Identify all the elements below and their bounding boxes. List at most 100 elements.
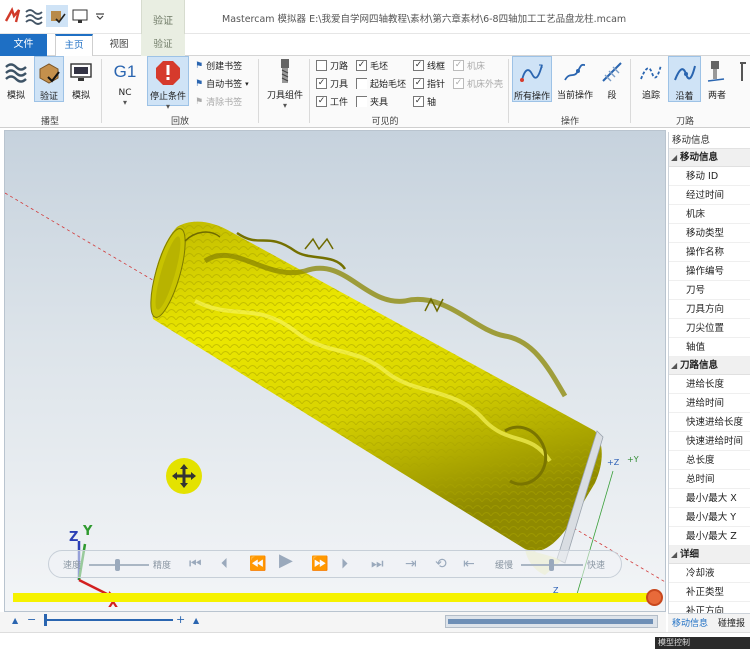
current-operation-button[interactable]: 当前操作 xyxy=(555,56,595,101)
panel-section-header[interactable]: ◢ 刀路信息 xyxy=(669,357,750,375)
reset-icon[interactable]: ⇤ xyxy=(463,557,475,571)
tab-home[interactable]: 主页 xyxy=(55,34,93,57)
simulation-progress-bar[interactable] xyxy=(13,593,653,602)
g1-nc-button[interactable]: G1 NC ▾ xyxy=(110,56,140,107)
panel-property-row[interactable]: 总时间 xyxy=(669,470,750,489)
tab-file[interactable]: 文件 xyxy=(0,34,47,56)
stop-condition-button[interactable]: 停止条件 ▾ xyxy=(147,56,189,111)
panel-property-row[interactable]: 最小/最大 Y xyxy=(669,508,750,527)
mastercam-logo-icon[interactable] xyxy=(2,5,24,27)
fast-label: 快速 xyxy=(587,561,606,571)
tab-verify[interactable]: 验证 xyxy=(141,34,185,56)
panel-property-row[interactable]: 移动类型 xyxy=(669,224,750,243)
panel-property-row[interactable]: 冷却液 xyxy=(669,564,750,583)
status-model-control: 模型控制 xyxy=(655,637,750,649)
toggle-wireframe[interactable]: ✓ 线框 xyxy=(413,59,445,72)
both-button[interactable]: 两者 xyxy=(703,56,731,101)
collapse-caret-icon[interactable]: ◢ xyxy=(671,546,680,564)
zoom-slider-thumb[interactable] xyxy=(44,614,47,626)
all-operations-button[interactable]: 所有操作 xyxy=(512,56,552,102)
auto-bookmark-button[interactable]: ⚑ 自动书签 ▾ xyxy=(195,77,249,91)
step-op-icon[interactable]: ⇥ xyxy=(405,557,417,571)
panel-property-row[interactable]: 总长度 xyxy=(669,451,750,470)
ribbon-more-icon xyxy=(736,58,750,86)
zoom-large-icon[interactable]: ▲ xyxy=(193,616,199,625)
panel-property-row[interactable]: 轴值 xyxy=(669,338,750,357)
collapse-caret-icon[interactable]: ◢ xyxy=(671,149,680,167)
panel-property-row[interactable]: 进给长度 xyxy=(669,375,750,394)
toggle-start-stock[interactable]: 起始毛坯 xyxy=(356,77,406,90)
toggle-workpiece[interactable]: ✓ 工件 xyxy=(316,95,348,108)
precision-label: 精度 xyxy=(153,561,172,571)
tool-component-button[interactable]: 刀具组件 ▾ xyxy=(265,56,305,110)
collapse-caret-icon[interactable]: ◢ xyxy=(671,357,680,375)
panel-section-header[interactable]: ◢ 移动信息 xyxy=(669,149,750,167)
create-bookmark-button[interactable]: ⚑ 创建书签 xyxy=(195,59,242,73)
axis-y-label: Y xyxy=(82,524,93,539)
toggle-axis-guide[interactable]: ✓ 指针 xyxy=(413,77,445,90)
simulate-quick-icon[interactable] xyxy=(69,5,91,27)
verify-mode-button[interactable]: 验证 xyxy=(34,56,64,102)
segment-icon xyxy=(598,58,626,86)
g1-icon: G1 xyxy=(113,62,137,81)
panel-property-row[interactable]: 最小/最大 Z xyxy=(669,527,750,546)
zoom-out-button[interactable]: − xyxy=(27,613,36,626)
toggle-stock[interactable]: ✓ 毛坯 xyxy=(356,59,388,72)
panel-property-row[interactable]: 补正类型 xyxy=(669,583,750,602)
clear-bookmark-button[interactable]: ⚑ 清除书签 xyxy=(195,95,242,109)
speed-slider-thumb[interactable] xyxy=(115,559,120,571)
horizontal-scrollbar[interactable] xyxy=(445,615,658,628)
scrollbar-thumb[interactable] xyxy=(448,619,653,624)
panel-property-row[interactable]: 刀号 xyxy=(669,281,750,300)
panel-property-row[interactable]: 最小/最大 X xyxy=(669,489,750,508)
panel-property-row[interactable]: 操作编号 xyxy=(669,262,750,281)
toggle-machine-housing[interactable]: ✓ 机床外壳 xyxy=(453,77,503,90)
toggle-axis[interactable]: ✓ 轴 xyxy=(413,95,436,108)
go-to-end-icon[interactable]: ⏭ xyxy=(371,557,384,571)
fast-forward-icon[interactable]: ⏩ xyxy=(311,557,328,571)
panel-property-row[interactable]: 快速进给长度 xyxy=(669,413,750,432)
panel-property-row[interactable]: 移动 ID xyxy=(669,167,750,186)
step-back-icon[interactable]: ⏴ xyxy=(221,557,228,571)
zoom-in-button[interactable]: + xyxy=(176,613,185,626)
panel-property-row[interactable]: 经过时间 xyxy=(669,186,750,205)
zoom-slider[interactable] xyxy=(45,619,173,621)
qat-dropdown-icon[interactable] xyxy=(93,5,107,27)
tool-y-label: +Y xyxy=(627,455,639,464)
panel-property-row[interactable]: 进给时间 xyxy=(669,394,750,413)
zoom-small-icon[interactable]: ▲ xyxy=(12,616,18,625)
play-icon[interactable]: ▶ xyxy=(279,552,293,570)
simulation-viewport[interactable]: +Z +Y Z Z Y X 速度 精度 ⏮ ⏴ ⏪ ▶ ⏩ ⏵ ⏭ ⇥ ⟲ ⇤ … xyxy=(4,130,666,612)
toggle-toolpath[interactable]: 刀路 xyxy=(316,59,348,72)
ribbon-more-button[interactable] xyxy=(736,56,750,86)
rewind-icon[interactable]: ⏪ xyxy=(249,557,266,571)
panel-property-row[interactable]: 刀尖位置 xyxy=(669,319,750,338)
group-label-playback: 回放 xyxy=(170,117,189,127)
toggle-tool[interactable]: ✓ 刀具 xyxy=(316,77,348,90)
tab-move-info[interactable]: 移动信息 xyxy=(672,616,708,629)
tab-view[interactable]: 视图 xyxy=(100,34,138,56)
panel-property-row[interactable]: 刀具方向 xyxy=(669,300,750,319)
panel-section-header[interactable]: ◢ 详细 xyxy=(669,546,750,564)
along-button[interactable]: 沿着 xyxy=(668,56,701,102)
tab-collision-report[interactable]: 碰撞报 xyxy=(718,616,745,629)
panel-property-row[interactable]: 机床 xyxy=(669,205,750,224)
segment-button[interactable]: 段 xyxy=(598,56,626,101)
panel-property-row[interactable]: 操作名称 xyxy=(669,243,750,262)
verify-quick-icon[interactable] xyxy=(46,5,68,27)
simulator-button[interactable]: 模拟 xyxy=(2,56,30,101)
loop-icon[interactable]: ⟲ xyxy=(435,557,447,571)
progress-handle[interactable] xyxy=(646,589,663,606)
panel-property-row[interactable]: 快速进给时间 xyxy=(669,432,750,451)
go-to-start-icon[interactable]: ⏮ xyxy=(189,557,202,571)
toggle-machine[interactable]: ✓ 机床 xyxy=(453,59,485,72)
trace-button[interactable]: 追踪 xyxy=(636,56,666,101)
model-waves-icon[interactable] xyxy=(23,5,45,27)
toggle-fixture[interactable]: 夹具 xyxy=(356,95,388,108)
speed-label: 速度 xyxy=(63,561,82,571)
ribbon-tabs: 文件 主页 视图 验证 xyxy=(0,34,750,57)
sim-speed-thumb[interactable] xyxy=(549,559,554,571)
simulate-mode-button[interactable]: 模拟 xyxy=(67,56,95,101)
bookmark-clear-icon: ⚑ xyxy=(195,96,204,107)
step-forward-icon[interactable]: ⏵ xyxy=(341,557,348,571)
